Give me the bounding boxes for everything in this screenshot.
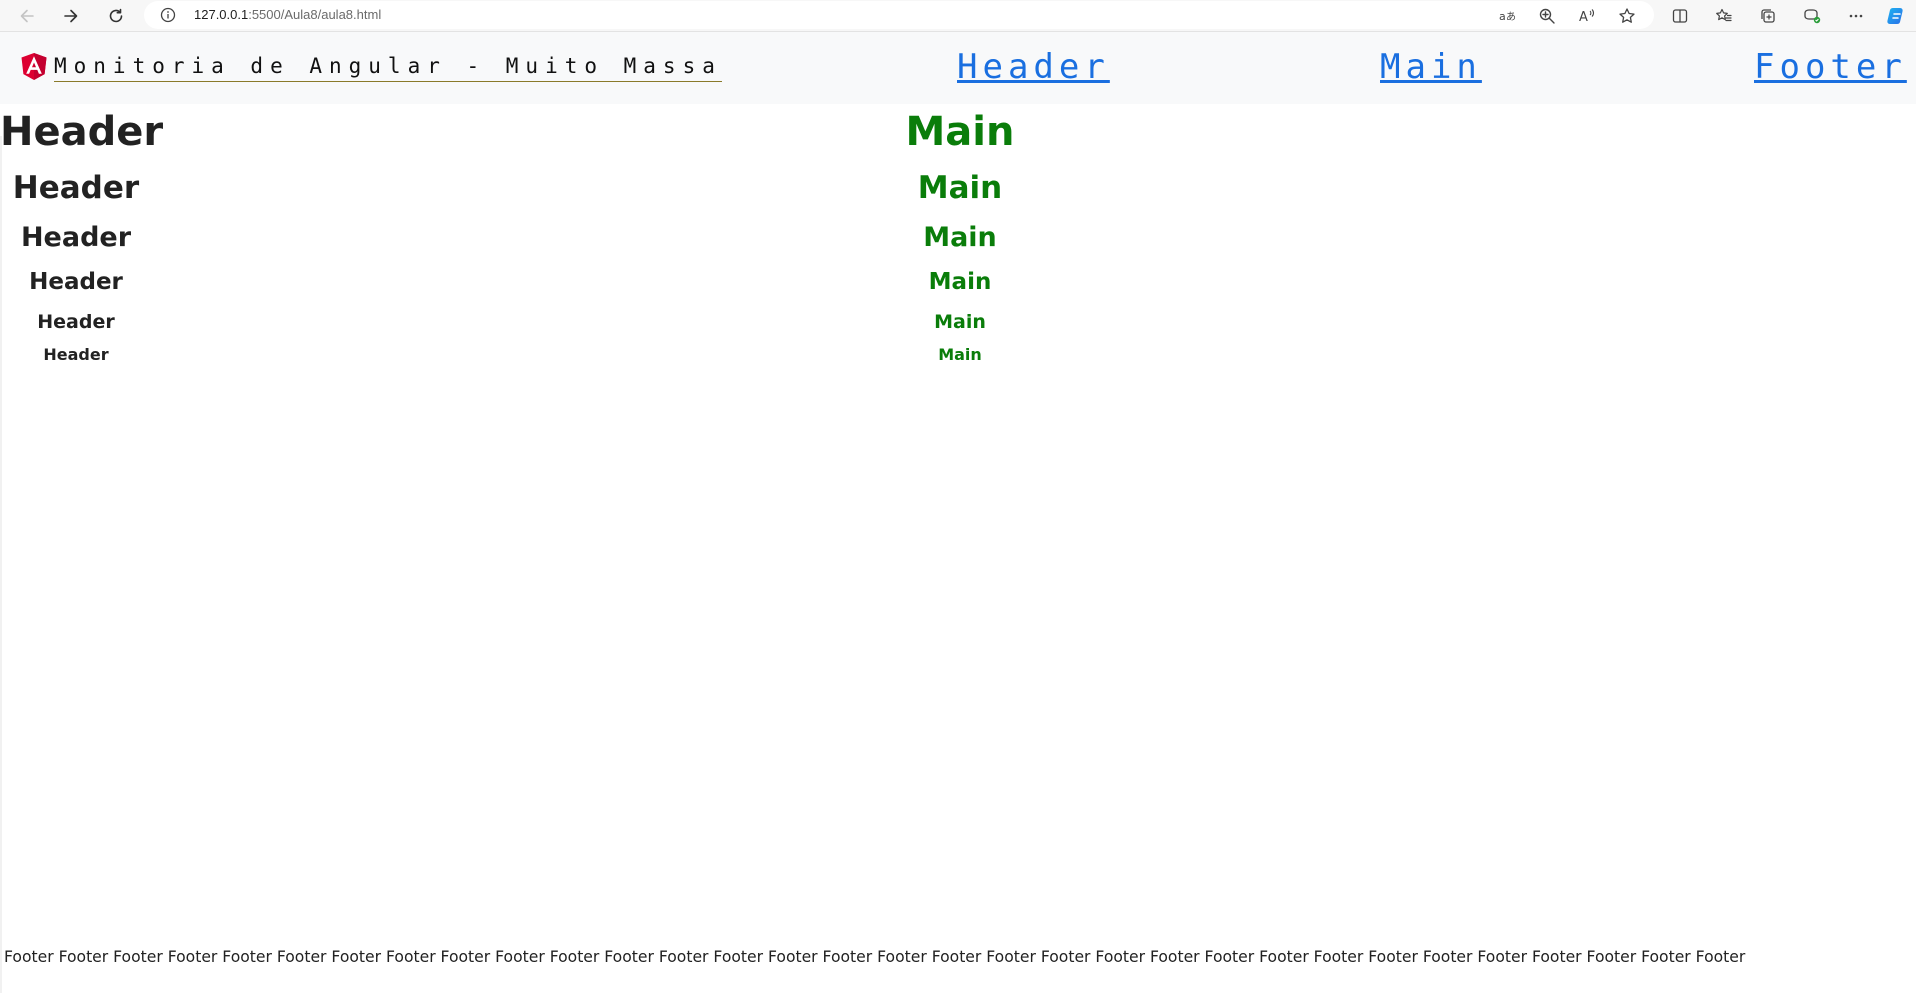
angular-logo-icon [21,53,47,80]
collections-icon[interactable] [1755,3,1781,29]
extensions-icon[interactable] [1799,3,1825,29]
page-content: Monitoria de Angular - Muito Massa Heade… [0,32,1916,993]
main-heading-5: Main [934,311,986,333]
browser-toolbar: 127.0.0.1:5500/Aula8/aula8.html aあ A [0,0,1916,32]
address-bar[interactable]: 127.0.0.1:5500/Aula8/aula8.html [144,1,1654,29]
svg-text:a: a [1499,10,1506,23]
url-host: 127.0.0.1 [194,7,249,22]
header-section: Header Header Header Header Header Heade… [0,104,164,370]
main-heading-2: Main [917,170,1003,206]
footer-text: Footer Footer Footer Footer Footer Foote… [4,948,1746,966]
split-screen-icon[interactable] [1667,3,1693,29]
read-aloud-icon[interactable]: A [1574,3,1600,29]
refresh-icon[interactable] [103,3,129,29]
header-heading-6: Header [43,345,109,364]
nav-link-main[interactable]: Main [1380,46,1482,88]
url-text: 127.0.0.1:5500/Aula8/aula8.html [194,7,381,23]
url-path: :5500/Aula8/aula8.html [248,7,382,22]
nav-link-header[interactable]: Header [957,46,1110,88]
main-heading-4: Main [928,269,992,295]
header-heading-3: Header [20,222,132,253]
header-heading-5: Header [37,311,115,333]
brand-title: Monitoria de Angular - Muito Massa [54,53,722,82]
nav-link-footer[interactable]: Footer [1754,46,1907,88]
svg-text:A: A [1579,10,1588,25]
main-section: Main Main Main Main Main Main [860,104,1060,370]
translate-icon[interactable]: aあ [1494,3,1520,29]
copilot-icon[interactable] [1884,3,1910,29]
main-heading-1: Main [905,109,1015,155]
svg-text:あ: あ [1506,11,1516,23]
header-heading-1: Header [0,109,164,155]
site-info-icon[interactable] [160,7,176,27]
forward-icon[interactable] [58,3,84,29]
main-heading-3: Main [923,222,997,253]
more-icon[interactable] [1843,3,1869,29]
favorites-icon[interactable] [1711,3,1737,29]
header-heading-4: Header [29,269,123,295]
header-heading-2: Header [12,170,140,206]
top-navbar: Monitoria de Angular - Muito Massa Heade… [0,32,1916,104]
favorite-star-icon[interactable] [1614,3,1640,29]
main-heading-6: Main [938,345,982,364]
brand-link[interactable]: Monitoria de Angular - Muito Massa [20,52,722,82]
zoom-icon[interactable] [1534,3,1560,29]
back-icon[interactable] [14,3,40,29]
